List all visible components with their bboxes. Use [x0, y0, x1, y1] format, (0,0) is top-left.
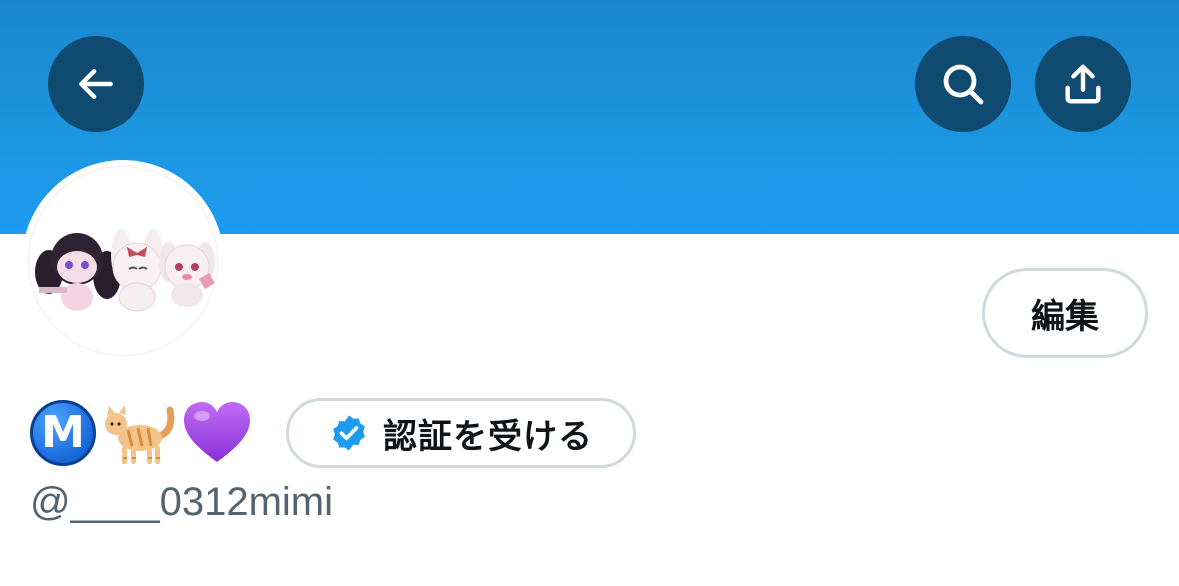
arrow-left-icon	[79, 68, 113, 100]
purple-heart-emoji-icon	[184, 402, 250, 462]
edit-profile-button[interactable]: 編集	[982, 268, 1148, 358]
get-verified-button[interactable]: 認証を受ける	[286, 398, 636, 468]
m-emoji-icon: M	[30, 400, 96, 466]
avatar-frame[interactable]	[22, 160, 224, 362]
avatar[interactable]	[28, 166, 218, 356]
search-button[interactable]	[915, 36, 1011, 132]
get-verified-label: 認証を受ける	[383, 416, 593, 457]
profile-page: 編集 M 認証を受ける @____0312mimi	[0, 0, 1179, 586]
display-name: M	[30, 396, 252, 470]
user-handle: @____0312mimi	[30, 480, 333, 524]
cat-emoji-icon	[105, 405, 175, 464]
share-button[interactable]	[1035, 36, 1131, 132]
search-icon	[943, 64, 984, 105]
avatar-image	[29, 167, 217, 355]
m-emoji-letter: M	[41, 407, 85, 458]
verified-badge-icon	[333, 415, 365, 451]
share-icon	[1065, 64, 1101, 104]
back-button[interactable]	[48, 36, 144, 132]
